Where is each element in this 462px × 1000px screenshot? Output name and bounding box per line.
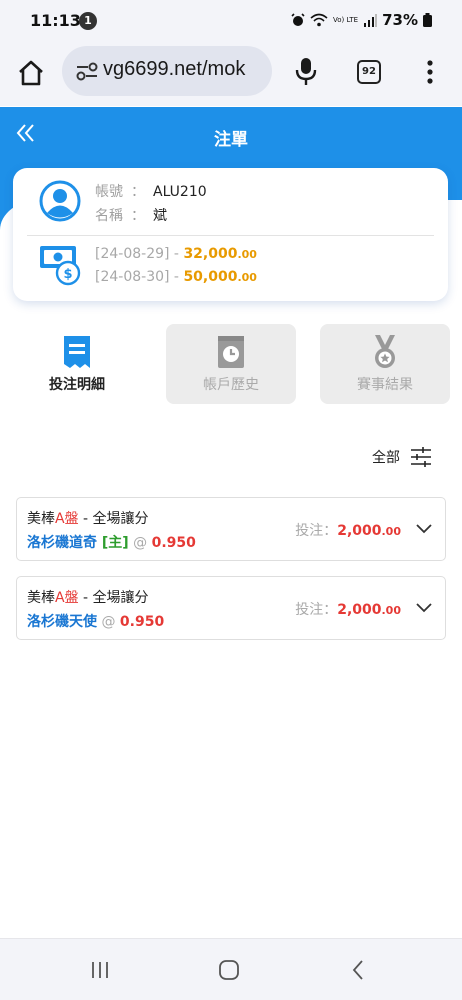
balance-cents: .00 (237, 248, 257, 261)
bet-market-type: - 全場讓分 (78, 511, 149, 527)
browser-toolbar: vg6699.net/mok 92 (0, 44, 462, 106)
tab-label: 賽事結果 (357, 377, 413, 393)
alarm-icon (291, 13, 305, 26)
bet-market-type: - 全場讓分 (78, 590, 149, 606)
notification-count-badge: 1 (79, 12, 97, 30)
bet-sport: 美棒 (27, 590, 55, 606)
status-icons: Vo) LTE 73% (291, 11, 432, 29)
signal-icon (364, 14, 378, 27)
bet-odds: 0.950 (119, 614, 165, 630)
home-nav-icon[interactable] (217, 958, 241, 982)
chevron-down-icon[interactable] (415, 601, 433, 615)
tab-switcher-button[interactable]: 92 (357, 60, 381, 84)
bet-stake: 投注：2,000.00 (295, 599, 401, 619)
bet-market: 美棒A盤 - 全場讓分 (27, 508, 149, 528)
card-divider (27, 235, 434, 236)
bet-sport: 美棒 (27, 511, 55, 527)
bet-at: @ (97, 614, 120, 630)
user-avatar-icon (39, 180, 81, 222)
battery-percent: 73% (382, 11, 418, 29)
tab-bet-details[interactable]: 投注明細 (12, 324, 142, 404)
home-icon[interactable] (16, 58, 46, 88)
bet-item[interactable]: 美棒A盤 - 全場讓分 洛杉磯道奇 [主] @ 0.950 投注：2,000.0… (16, 497, 446, 561)
bet-market: 美棒A盤 - 全場讓分 (27, 587, 149, 607)
tab-account-history[interactable]: 帳戶歷史 (166, 324, 296, 404)
bet-selection: 洛杉磯道奇 [主] @ 0.950 (27, 532, 196, 552)
account-label: 帳號 (95, 184, 123, 200)
name-row: 名稱 ： 斌 (95, 205, 167, 225)
separator: ： (131, 184, 145, 200)
battery-icon (423, 13, 432, 27)
balance-amount: 32,000 (183, 246, 238, 262)
bet-odds: 0.950 (151, 535, 196, 551)
site-settings-icon[interactable] (76, 61, 98, 81)
separator: ： (131, 208, 145, 224)
lte-indicator: Vo) LTE (332, 15, 359, 24)
recent-apps-icon[interactable] (88, 958, 112, 982)
balance-dash: - (169, 246, 184, 262)
status-bar: 11:13 1 Vo) LTE 73% (0, 0, 462, 44)
account-value: ALU210 (153, 184, 207, 200)
stake-label: 投注： (295, 602, 338, 618)
back-nav-icon[interactable] (347, 958, 371, 982)
stake-cents: .00 (381, 525, 402, 538)
tab-match-results[interactable]: 賽事結果 (320, 324, 450, 404)
svg-text:$: $ (63, 267, 72, 282)
balance-dash: - (169, 269, 184, 285)
balance-row: [24-08-30] - 50,000.00 (95, 269, 257, 285)
system-nav-bar (0, 938, 462, 1000)
stake-amount: 2,000 (337, 602, 382, 618)
balance-date: [24-08-30] (95, 269, 170, 285)
bet-item[interactable]: 美棒A盤 - 全場讓分 洛杉磯天使 @ 0.950 投注：2,000.00 (16, 576, 446, 640)
bet-at: @ (128, 535, 152, 551)
bet-team: 洛杉磯天使 (27, 614, 97, 630)
balance-amount: 50,000 (183, 269, 238, 285)
bet-team: 洛杉磯道奇 (27, 535, 97, 551)
name-value: 斌 (153, 208, 167, 224)
home-tag: [主] (97, 535, 129, 551)
balance-row: [24-08-29] - 32,000.00 (95, 246, 257, 262)
url-text: vg6699.net/mok (103, 58, 246, 80)
stake-amount: 2,000 (337, 523, 382, 539)
receipt-icon (64, 336, 90, 368)
bet-plate: A盤 (55, 590, 79, 606)
balance-date: [24-08-29] (95, 246, 170, 262)
medal-icon (375, 335, 395, 368)
filter-label: 全部 (372, 450, 400, 466)
stake-cents: .00 (381, 604, 402, 617)
tab-label: 投注明細 (49, 377, 105, 393)
page-title: 注單 (214, 130, 248, 150)
clock-book-icon (218, 336, 244, 368)
more-options-icon[interactable] (420, 58, 440, 86)
chevron-down-icon[interactable] (415, 522, 433, 536)
balance-cents: .00 (237, 271, 257, 284)
name-label: 名稱 (95, 208, 123, 224)
bet-plate: A盤 (55, 511, 79, 527)
bet-selection: 洛杉磯天使 @ 0.950 (27, 611, 164, 631)
money-coin-icon: $ (40, 246, 81, 286)
filter-button[interactable]: 全部 (372, 446, 432, 468)
bet-stake: 投注：2,000.00 (295, 520, 401, 540)
microphone-icon[interactable] (293, 56, 319, 86)
tab-label: 帳戶歷史 (203, 377, 259, 393)
sliders-icon (411, 447, 431, 467)
stake-label: 投注： (295, 523, 338, 539)
wifi-icon (310, 13, 328, 27)
address-bar[interactable]: vg6699.net/mok (62, 46, 272, 96)
status-time: 11:13 (30, 11, 81, 30)
account-card: 帳號： ALU210 名稱：斌 $ [24-08-29] - 32,000.00 … (13, 168, 448, 301)
account-row: 帳號 ： ALU210 (95, 181, 207, 201)
